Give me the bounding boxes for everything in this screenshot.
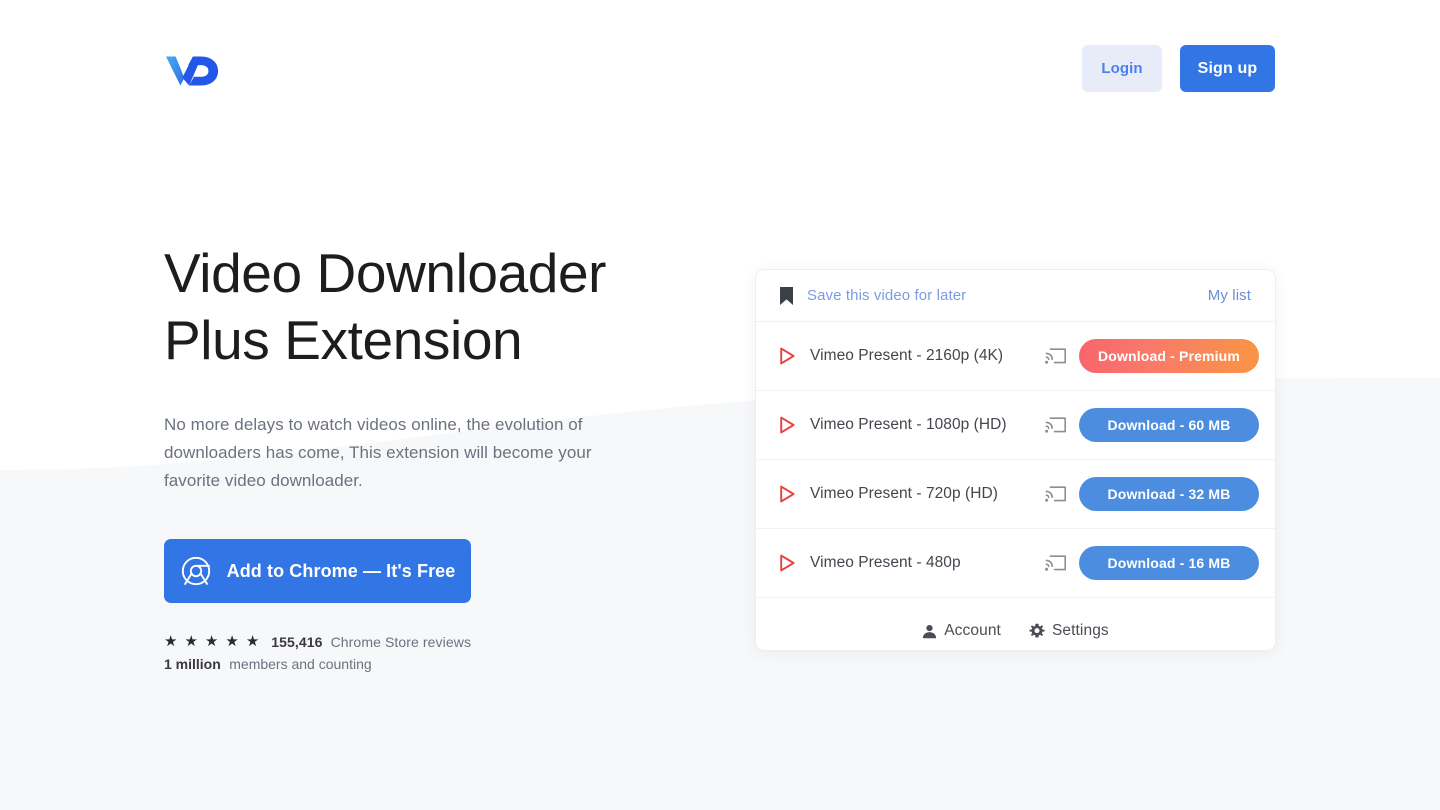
- members-count: 1 million: [164, 656, 221, 672]
- settings-label: Settings: [1051, 622, 1109, 639]
- star-icon: ★: [184, 633, 198, 650]
- save-video-label[interactable]: Save this video for later: [807, 287, 966, 304]
- cast-icon[interactable]: [1045, 554, 1067, 573]
- play-icon[interactable]: [779, 554, 796, 572]
- signup-button[interactable]: Sign up: [1180, 45, 1275, 92]
- star-icon: ★: [245, 633, 260, 650]
- cast-icon[interactable]: [1045, 416, 1067, 435]
- add-to-chrome-button[interactable]: Add to Chrome — It's Free: [164, 539, 471, 603]
- card-header: Save this video for later My list: [756, 270, 1275, 322]
- download-button[interactable]: Download - 60 MB: [1079, 408, 1259, 442]
- download-title: Vimeo Present - 2160p (4K): [810, 347, 1004, 364]
- star-icon: ★: [164, 633, 178, 650]
- cast-icon[interactable]: [1045, 485, 1067, 504]
- download-button[interactable]: Download - 32 MB: [1079, 477, 1259, 511]
- download-title: Vimeo Present - 1080p (HD): [810, 416, 1007, 433]
- download-row[interactable]: Vimeo Present - 480p Download - 16 MB: [756, 529, 1275, 598]
- account-button[interactable]: Account: [922, 622, 1001, 640]
- download-button[interactable]: Download - Premium: [1079, 339, 1259, 373]
- settings-button[interactable]: Settings: [1029, 622, 1109, 640]
- hero-subtitle: No more delays to watch videos online, t…: [164, 415, 592, 490]
- rating-reviews-line: ★ ★ ★ ★ ★ 155,416 Chrome Store reviews: [164, 634, 724, 649]
- star-icon: ★: [225, 633, 239, 650]
- site-header: Login Sign up: [0, 0, 1440, 138]
- download-button[interactable]: Download - 16 MB: [1079, 546, 1259, 580]
- bookmark-icon[interactable]: [779, 286, 794, 306]
- rating-members-line: 1 million members and counting: [164, 657, 724, 673]
- login-button[interactable]: Login: [1082, 45, 1162, 92]
- download-title: Vimeo Present - 480p: [810, 554, 961, 571]
- extension-popup-card: Save this video for later My list Vimeo …: [755, 269, 1276, 651]
- review-label: Chrome Store reviews: [330, 633, 472, 650]
- play-icon[interactable]: [779, 485, 796, 503]
- review-count: 155,416: [271, 633, 323, 650]
- header-actions: Login Sign up: [1082, 45, 1275, 92]
- download-row[interactable]: Vimeo Present - 2160p (4K) Download - Pr…: [756, 322, 1275, 391]
- cast-icon[interactable]: [1045, 347, 1067, 366]
- star-rating-icons: ★ ★ ★ ★ ★: [164, 634, 259, 649]
- download-row[interactable]: Vimeo Present - 1080p (HD) Download - 60…: [756, 391, 1275, 460]
- vd-logo-icon[interactable]: [164, 50, 220, 90]
- page-title: Video Downloader Plus Extension: [164, 242, 607, 371]
- star-icon: ★: [204, 633, 219, 650]
- members-label: members and counting: [229, 656, 372, 672]
- person-icon: [923, 624, 937, 638]
- download-row[interactable]: Vimeo Present - 720p (HD) Download - 32 …: [756, 460, 1275, 529]
- download-title: Vimeo Present - 720p (HD): [810, 485, 998, 502]
- card-footer: Account Settings: [756, 598, 1275, 650]
- chrome-icon: [181, 556, 210, 586]
- rating-block: ★ ★ ★ ★ ★ 155,416 Chrome Store reviews 1…: [164, 634, 724, 673]
- account-label: Account: [944, 622, 1001, 639]
- play-icon[interactable]: [779, 347, 796, 365]
- my-list-link[interactable]: My list: [1208, 287, 1251, 304]
- gear-icon: [1029, 623, 1045, 638]
- play-icon[interactable]: [779, 416, 796, 434]
- hero-section: Video Downloader Plus Extension No more …: [164, 240, 724, 673]
- add-to-chrome-label: Add to Chrome — It's Free: [226, 560, 456, 581]
